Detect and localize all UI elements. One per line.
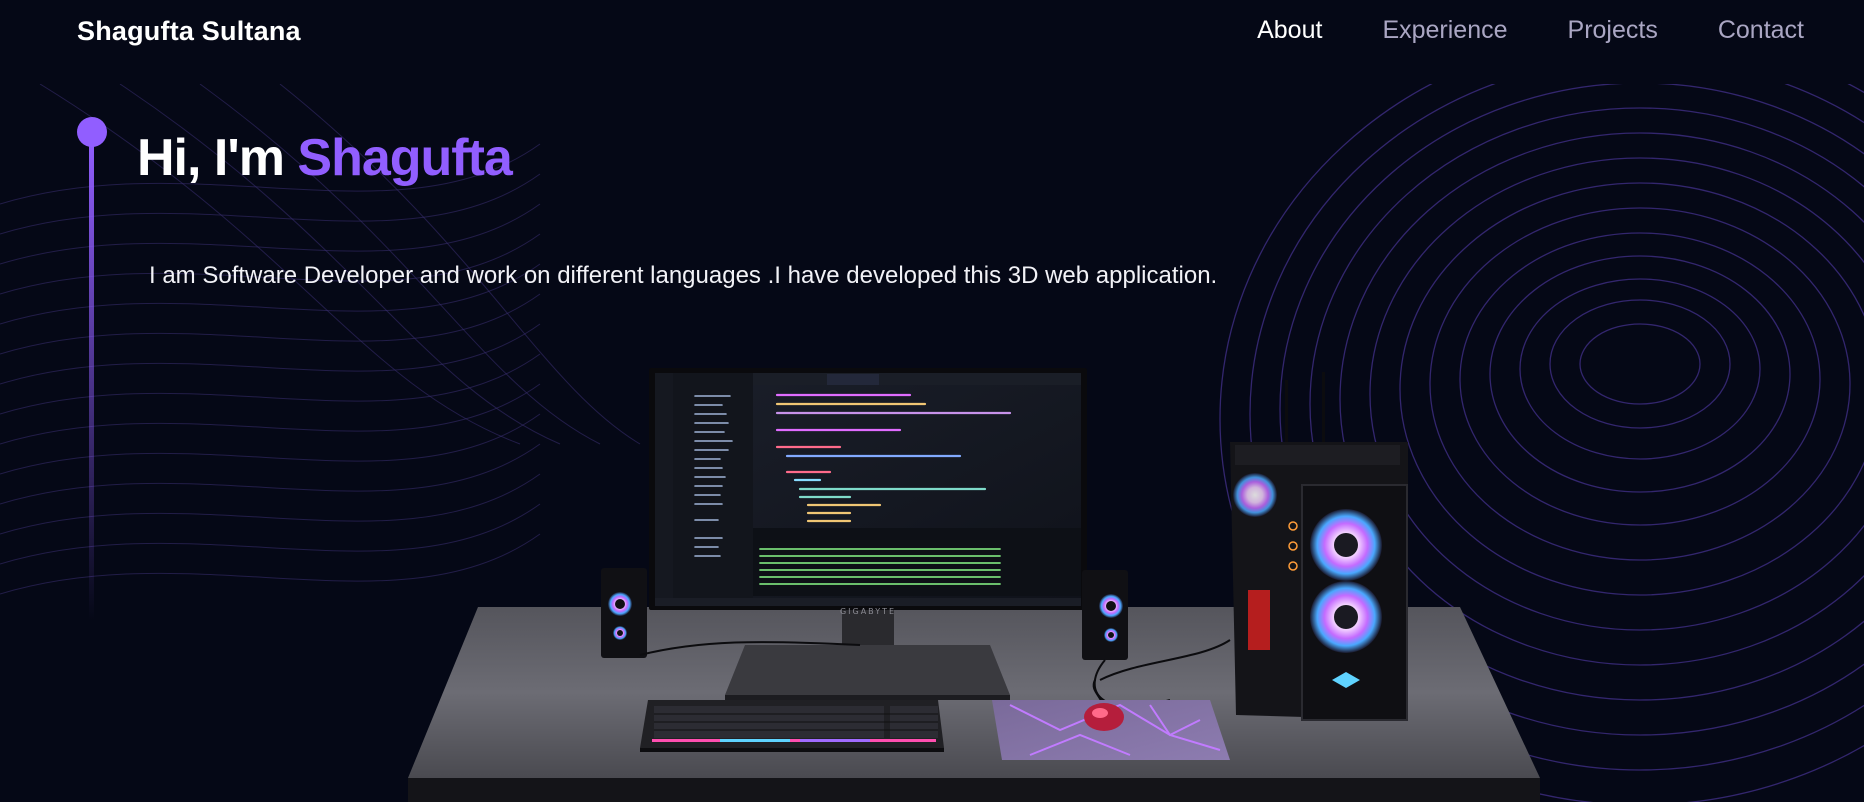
mouse[interactable] <box>1084 703 1124 731</box>
left-speaker <box>601 568 647 658</box>
nav-link-projects[interactable]: Projects <box>1568 16 1658 45</box>
right-speaker <box>1082 570 1128 660</box>
pc-tower[interactable] <box>1230 372 1408 721</box>
portfolio-page: Shagufta Sultana About Experience Projec… <box>0 0 1864 802</box>
nav-link-experience[interactable]: Experience <box>1382 16 1507 45</box>
navbar: Shagufta Sultana About Experience Projec… <box>0 0 1864 84</box>
keyboard[interactable] <box>640 700 944 752</box>
nav-link-about[interactable]: About <box>1257 16 1322 45</box>
monitor[interactable]: GIGABYTE <box>649 368 1087 616</box>
brand-logo[interactable]: Shagufta Sultana <box>77 16 301 47</box>
desktop-3d-scene[interactable]: GIGABYTE <box>0 0 1864 802</box>
nav-links: About Experience Projects Contact <box>1257 16 1804 45</box>
monitor-brand-label: GIGABYTE <box>840 607 896 616</box>
nav-link-contact[interactable]: Contact <box>1718 16 1804 45</box>
